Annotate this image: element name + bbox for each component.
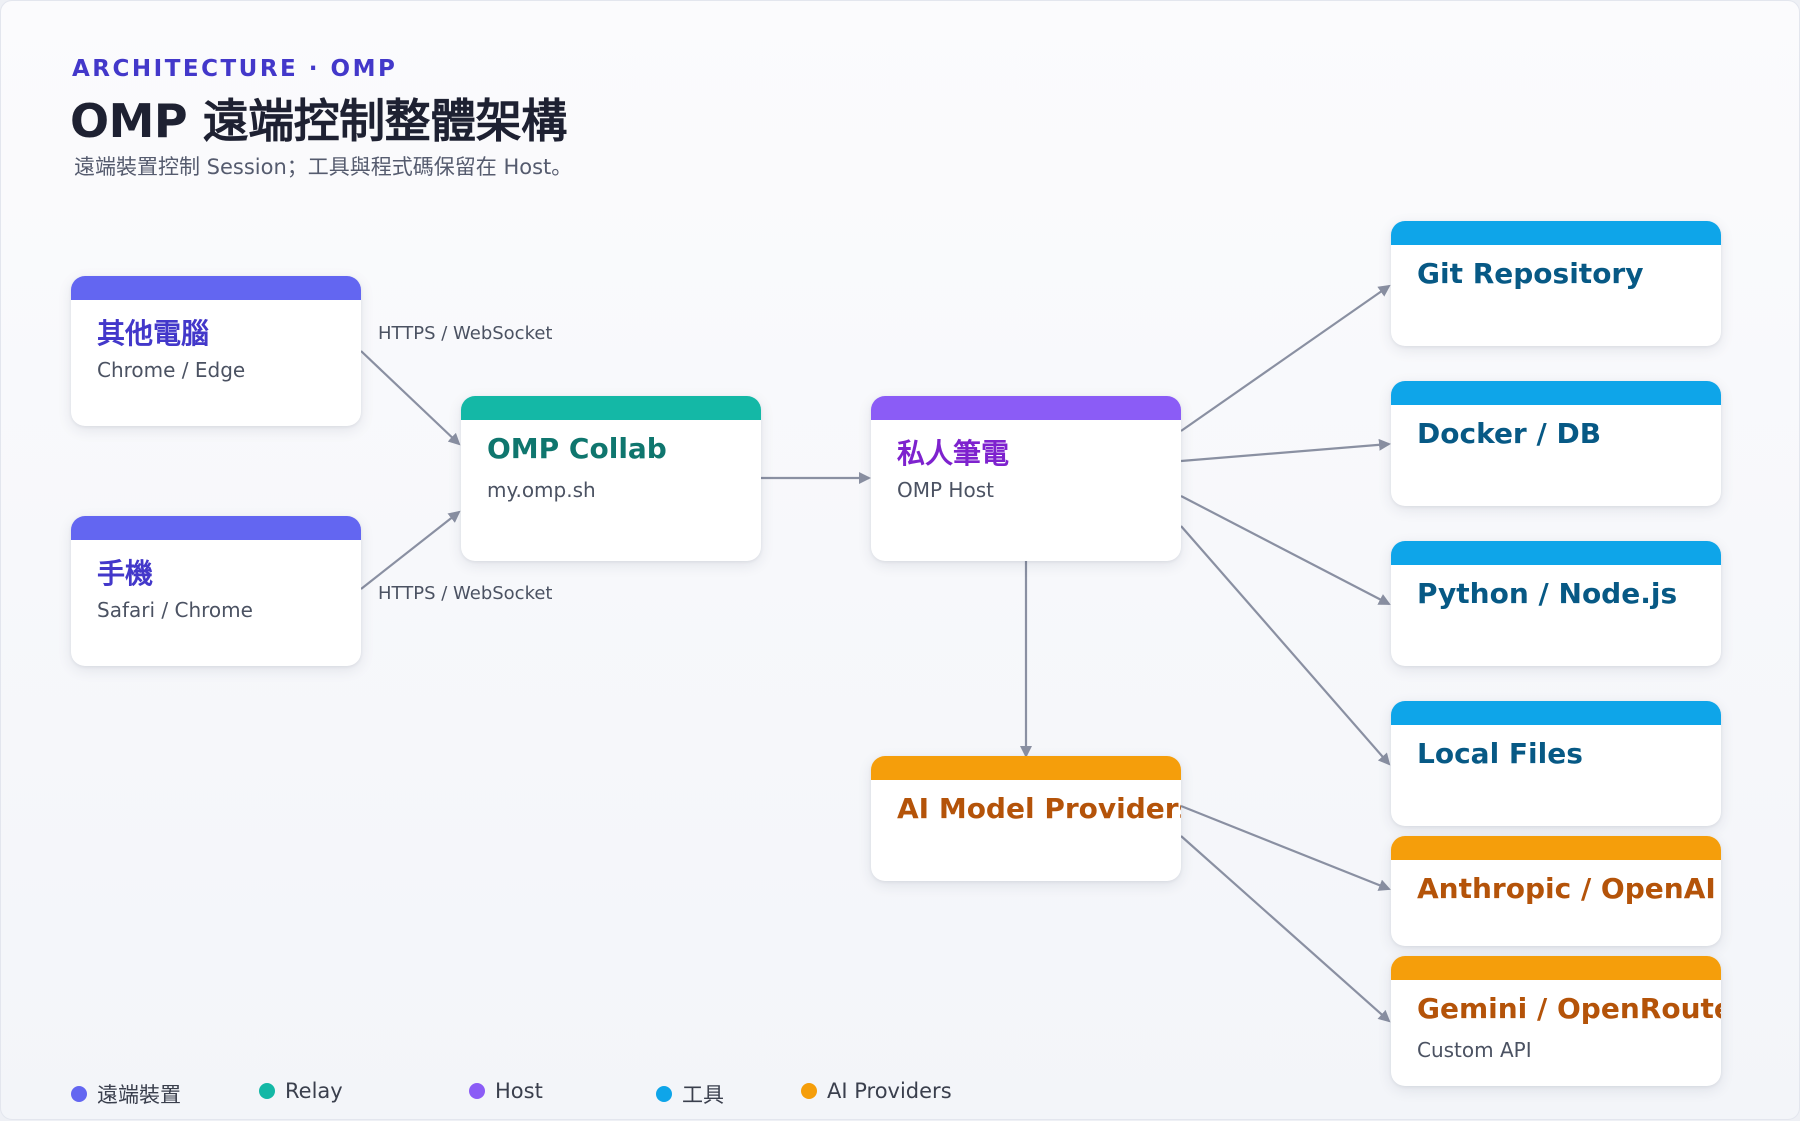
node-title: AI Model Providers (897, 792, 1181, 825)
node-title: Docker / DB (1417, 417, 1602, 450)
node-color-bar (871, 396, 1181, 420)
legend-dot-icon (801, 1083, 817, 1099)
node-subtitle: my.omp.sh (487, 478, 596, 502)
node-color-bar (871, 756, 1181, 780)
edge-host-to-python (1180, 495, 1391, 605)
node-subtitle: Chrome / Edge (97, 358, 246, 382)
legend-label: AI Providers (827, 1079, 952, 1103)
node-color-bar (71, 516, 361, 540)
node-color-bar (71, 276, 361, 300)
node-title: OMP Collab (487, 432, 667, 465)
node-title: Git Repository (1417, 257, 1644, 290)
edge-phone-to-collab (360, 510, 461, 590)
node-python-nodejs[interactable]: Python / Node.js (1391, 541, 1721, 666)
node-subtitle: Safari / Chrome (97, 598, 253, 622)
legend-label: 遠端裝置 (97, 1083, 181, 1107)
edge-host-to-files (1180, 525, 1391, 766)
node-subtitle: OMP Host (897, 478, 994, 502)
legend-dot-icon (469, 1083, 485, 1099)
node-host[interactable]: 私人筆電 OMP Host (871, 396, 1181, 561)
legend-item-remote-devices: 遠端裝置 (71, 1079, 181, 1109)
node-git-repository[interactable]: Git Repository (1391, 221, 1721, 346)
legend-item-relay: Relay (259, 1079, 343, 1103)
node-color-bar (1391, 836, 1721, 860)
legend-label: Relay (285, 1079, 343, 1103)
node-ai-model-providers[interactable]: AI Model Providers (871, 756, 1181, 881)
node-gemini-openrouter[interactable]: Gemini / OpenRouter Custom API (1391, 956, 1721, 1086)
edge-host-to-docker (1180, 438, 1391, 463)
node-phone[interactable]: 手機 Safari / Chrome (71, 516, 361, 666)
node-anthropic-openai[interactable]: Anthropic / OpenAI (1391, 836, 1721, 946)
edge-label-https-bottom: HTTPS / WebSocket (378, 583, 553, 604)
edge-other-pc-to-collab (360, 350, 461, 446)
legend-dot-icon (71, 1086, 87, 1102)
node-local-files[interactable]: Local Files (1391, 701, 1721, 826)
node-title: 手機 (97, 557, 154, 590)
edge-host-to-git (1180, 284, 1391, 432)
node-title: Anthropic / OpenAI (1417, 872, 1716, 905)
node-omp-collab[interactable]: OMP Collab my.omp.sh (461, 396, 761, 561)
node-color-bar (1391, 701, 1721, 725)
node-color-bar (1391, 541, 1721, 565)
node-color-bar (1391, 221, 1721, 245)
diagram-canvas: ARCHITECTURE · OMP OMP 遠端控制整體架構 遠端裝置控制 S… (0, 0, 1800, 1120)
legend-item-tools: 工具 (656, 1079, 724, 1109)
legend-dot-icon (259, 1083, 275, 1099)
node-title: Gemini / OpenRouter (1417, 992, 1721, 1025)
legend-label: Host (495, 1079, 543, 1103)
node-other-pc[interactable]: 其他電腦 Chrome / Edge (71, 276, 361, 426)
node-title: Local Files (1417, 737, 1583, 770)
node-color-bar (1391, 381, 1721, 405)
legend-item-ai-providers: AI Providers (801, 1079, 952, 1103)
legend-label: 工具 (682, 1083, 724, 1107)
edge-ai-to-anthropic (1180, 804, 1391, 891)
legend-item-host: Host (469, 1079, 543, 1103)
edge-ai-to-gemini (1180, 835, 1391, 1023)
node-title: 其他電腦 (97, 317, 210, 350)
node-color-bar (461, 396, 761, 420)
node-docker-db[interactable]: Docker / DB (1391, 381, 1721, 506)
legend-dot-icon (656, 1086, 672, 1102)
node-color-bar (1391, 956, 1721, 980)
node-title: 私人筆電 (897, 437, 1010, 470)
node-title: Python / Node.js (1417, 577, 1678, 610)
node-subtitle: Custom API (1417, 1038, 1532, 1062)
edge-label-https-top: HTTPS / WebSocket (378, 323, 553, 344)
